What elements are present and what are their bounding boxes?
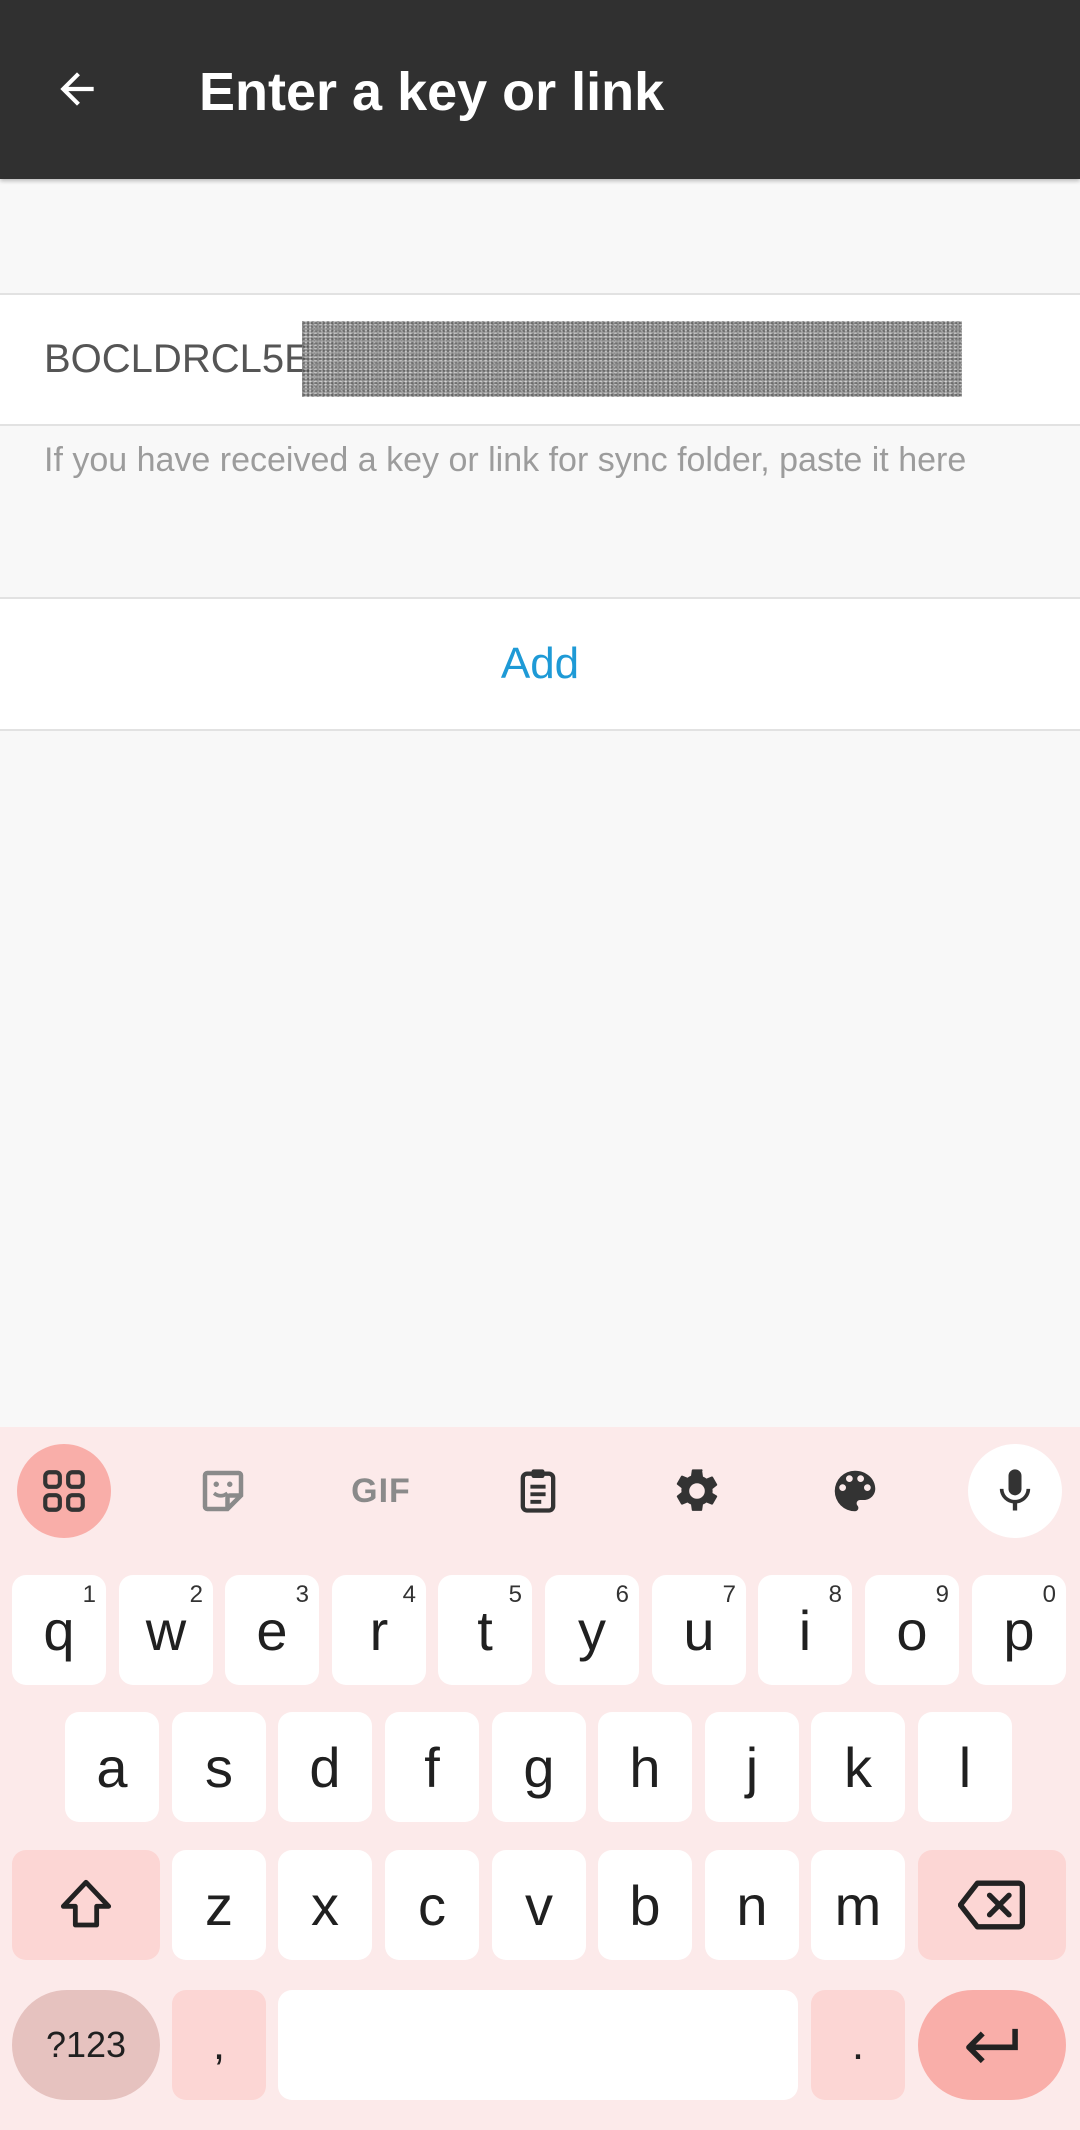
key-l[interactable]: l xyxy=(918,1712,1012,1822)
app-bar: Enter a key or link xyxy=(0,0,1080,179)
apps-grid-button[interactable] xyxy=(17,1444,111,1538)
key-i[interactable]: i8 xyxy=(758,1575,852,1685)
key-a[interactable]: a xyxy=(65,1712,159,1822)
enter-arrow-icon xyxy=(966,2028,1018,2064)
key-w[interactable]: w2 xyxy=(119,1575,213,1685)
key-f[interactable]: f xyxy=(385,1712,479,1822)
settings-button[interactable] xyxy=(650,1444,744,1538)
voice-input-button[interactable] xyxy=(968,1444,1062,1538)
key-b[interactable]: b xyxy=(598,1850,692,1960)
key-r[interactable]: r4 xyxy=(332,1575,426,1685)
comma-key[interactable]: , xyxy=(172,1990,266,2100)
shift-arrow-icon xyxy=(60,1879,112,1928)
palette-icon xyxy=(834,1470,876,1512)
key-x[interactable]: x xyxy=(278,1850,372,1960)
key-m[interactable]: m xyxy=(811,1850,905,1960)
add-button-label: Add xyxy=(500,639,580,688)
key-u[interactable]: u7 xyxy=(652,1575,746,1685)
redacted-text-overlay xyxy=(302,321,962,397)
key-y[interactable]: y6 xyxy=(545,1575,639,1685)
page-title: Enter a key or link xyxy=(199,62,665,122)
key-h[interactable]: h xyxy=(598,1712,692,1822)
apps-grid-icon xyxy=(43,1470,85,1512)
gif-button[interactable]: GIF xyxy=(333,1444,429,1538)
theme-button[interactable] xyxy=(808,1444,902,1538)
soft-keyboard: GIF q1 w2 e3 r4 t5 y6 u7 i8 o9 p0 a s d … xyxy=(0,1427,1080,2130)
gif-label: GIF xyxy=(351,1471,411,1510)
symbols-key[interactable]: ?123 xyxy=(12,1990,160,2100)
shift-key[interactable] xyxy=(12,1850,160,1960)
key-c[interactable]: c xyxy=(385,1850,479,1960)
key-p[interactable]: p0 xyxy=(972,1575,1066,1685)
back-button[interactable] xyxy=(40,52,114,126)
arrow-left-icon xyxy=(60,72,94,106)
add-button[interactable]: Add xyxy=(0,597,1080,731)
sticker-icon xyxy=(202,1470,244,1512)
sticker-button[interactable] xyxy=(176,1444,270,1538)
key-field-row xyxy=(0,293,1080,426)
key-j[interactable]: j xyxy=(705,1712,799,1822)
key-d[interactable]: d xyxy=(278,1712,372,1822)
backspace-key[interactable] xyxy=(918,1850,1066,1960)
clipboard-button[interactable] xyxy=(491,1444,585,1538)
key-t[interactable]: t5 xyxy=(438,1575,532,1685)
key-v[interactable]: v xyxy=(492,1850,586,1960)
space-key[interactable] xyxy=(278,1990,798,2100)
key-s[interactable]: s xyxy=(172,1712,266,1822)
key-n[interactable]: n xyxy=(705,1850,799,1960)
microphone-icon xyxy=(999,1469,1031,1511)
settings-gear-icon xyxy=(676,1469,718,1511)
key-z[interactable]: z xyxy=(172,1850,266,1960)
key-g[interactable]: g xyxy=(492,1712,586,1822)
period-key[interactable]: . xyxy=(811,1990,905,2100)
key-e[interactable]: e3 xyxy=(225,1575,319,1685)
key-k[interactable]: k xyxy=(811,1712,905,1822)
key-hint-text: If you have received a key or link for s… xyxy=(44,441,967,479)
enter-key[interactable] xyxy=(918,1990,1066,2100)
clipboard-icon xyxy=(520,1469,556,1513)
key-q[interactable]: q1 xyxy=(12,1575,106,1685)
key-o[interactable]: o9 xyxy=(865,1575,959,1685)
backspace-icon xyxy=(958,1880,1026,1930)
